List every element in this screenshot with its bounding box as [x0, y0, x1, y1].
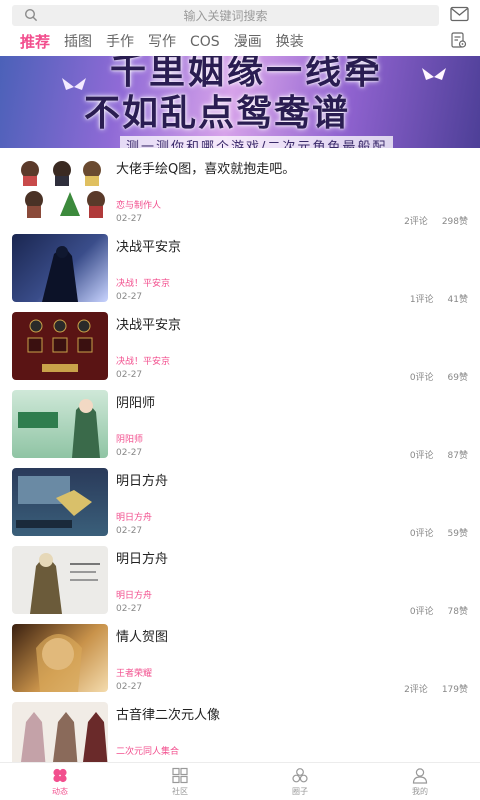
banner-subtitle: 测一测你和哪个游戏/二次元角色最般配	[120, 136, 394, 148]
post-thumbnail	[12, 546, 108, 614]
post-item[interactable]: 明日方舟 明日方舟 02-27 0评论 78赞	[0, 538, 480, 617]
nav-circles[interactable]: 圈子	[240, 763, 360, 800]
post-title: 决战平安京	[116, 318, 182, 333]
post-title: 明日方舟	[116, 552, 169, 567]
grid-icon	[172, 767, 188, 784]
post-date: 02-27	[116, 292, 143, 302]
post-topic-tag[interactable]: 明日方舟	[116, 510, 152, 523]
nav-profile[interactable]: 我的	[360, 763, 480, 800]
post-topic-tag[interactable]: 明日方舟	[116, 588, 152, 601]
post-topic-tag[interactable]: 阴阳师	[116, 432, 143, 445]
tab-recommend[interactable]: 推荐	[20, 32, 50, 52]
post-thumbnail	[12, 156, 108, 224]
nav-feed[interactable]: 动态	[0, 763, 120, 800]
post-topic-tag[interactable]: 决战！平安京	[116, 276, 170, 289]
clover-icon	[53, 768, 67, 783]
post-topic-tag[interactable]: 二次元同人集合	[116, 744, 179, 757]
post-date: 02-27	[116, 448, 143, 458]
top-bar: 输入关键词搜索 推荐 插图 手作 写作 COS 漫画 换装	[0, 0, 480, 56]
post-topic-tag[interactable]: 恋与制作人	[116, 198, 161, 211]
circles-icon	[292, 768, 308, 783]
post-item[interactable]: 阴阳师 阴阳师 02-27 0评论 87赞	[0, 382, 480, 461]
search-bar[interactable]: 输入关键词搜索	[12, 5, 439, 26]
post-item[interactable]: 情人贺图 王者荣耀 02-27 2评论 179赞	[0, 616, 480, 695]
banner-headline-2: 不如乱点鸳鸯谱	[84, 93, 351, 134]
category-tabs: 推荐 插图 手作 写作 COS 漫画 换装	[20, 30, 318, 52]
post-title: 古音律二次元人像	[116, 708, 221, 723]
tab-comic[interactable]: 漫画	[234, 32, 262, 52]
nav-feed-label: 动态	[52, 787, 68, 796]
post-date: 02-27	[116, 526, 143, 536]
nav-circles-label: 圈子	[292, 787, 308, 796]
post-item[interactable]: 明日方舟 明日方舟 02-27 0评论 59赞	[0, 460, 480, 539]
message-icon[interactable]	[450, 6, 469, 22]
post-title: 决战平安京	[116, 240, 182, 255]
post-topic-tag[interactable]: 决战！平安京	[116, 354, 170, 367]
post-title: 明日方舟	[116, 474, 169, 489]
butterfly-icon	[422, 68, 446, 80]
post-title: 阴阳师	[116, 396, 156, 411]
promo-banner[interactable]: 千里姻缘一线牵 不如乱点鸳鸯谱 测一测你和哪个游戏/二次元角色最般配	[0, 56, 480, 148]
post-thumbnail	[12, 468, 108, 536]
post-thumbnail	[12, 234, 108, 302]
post-thumbnail	[12, 624, 108, 692]
tab-writing[interactable]: 写作	[148, 32, 176, 52]
tab-cos[interactable]: COS	[190, 32, 220, 52]
post-date: 02-27	[116, 604, 143, 614]
post-thumbnail	[12, 312, 108, 380]
nav-community[interactable]: 社区	[120, 763, 240, 800]
tab-settings-icon[interactable]	[451, 32, 467, 49]
bottom-nav: 动态 社区 圈子 我的	[0, 762, 480, 800]
post-title: 情人贺图	[116, 630, 169, 645]
post-date: 02-27	[116, 682, 143, 692]
post-item[interactable]: 古音律二次元人像 二次元同人集合	[0, 694, 480, 762]
post-title: 大佬手绘Q图，喜欢就抱走吧。	[116, 162, 296, 177]
post-item[interactable]: 决战平安京 决战！平安京 02-27 1评论 41赞	[0, 226, 480, 305]
post-item[interactable]: 决战平安京 决战！平安京 02-27 0评论 69赞	[0, 304, 480, 383]
tab-illustration[interactable]: 插图	[64, 32, 92, 52]
tab-handmade[interactable]: 手作	[106, 32, 134, 52]
post-date: 02-27	[116, 214, 143, 224]
nav-profile-label: 我的	[412, 787, 428, 796]
post-item[interactable]: 大佬手绘Q图，喜欢就抱走吧。 恋与制作人 02-27 2评论 298赞	[0, 148, 480, 227]
post-feed: 大佬手绘Q图，喜欢就抱走吧。 恋与制作人 02-27 2评论 298赞 决战平安京…	[0, 148, 480, 762]
nav-community-label: 社区	[172, 787, 188, 796]
user-icon	[412, 768, 428, 784]
post-date: 02-27	[116, 370, 143, 380]
post-thumbnail	[12, 390, 108, 458]
post-topic-tag[interactable]: 王者荣耀	[116, 666, 152, 679]
post-thumbnail	[12, 702, 108, 762]
tab-dressup[interactable]: 换装	[276, 32, 304, 52]
search-placeholder: 输入关键词搜索	[183, 9, 268, 23]
